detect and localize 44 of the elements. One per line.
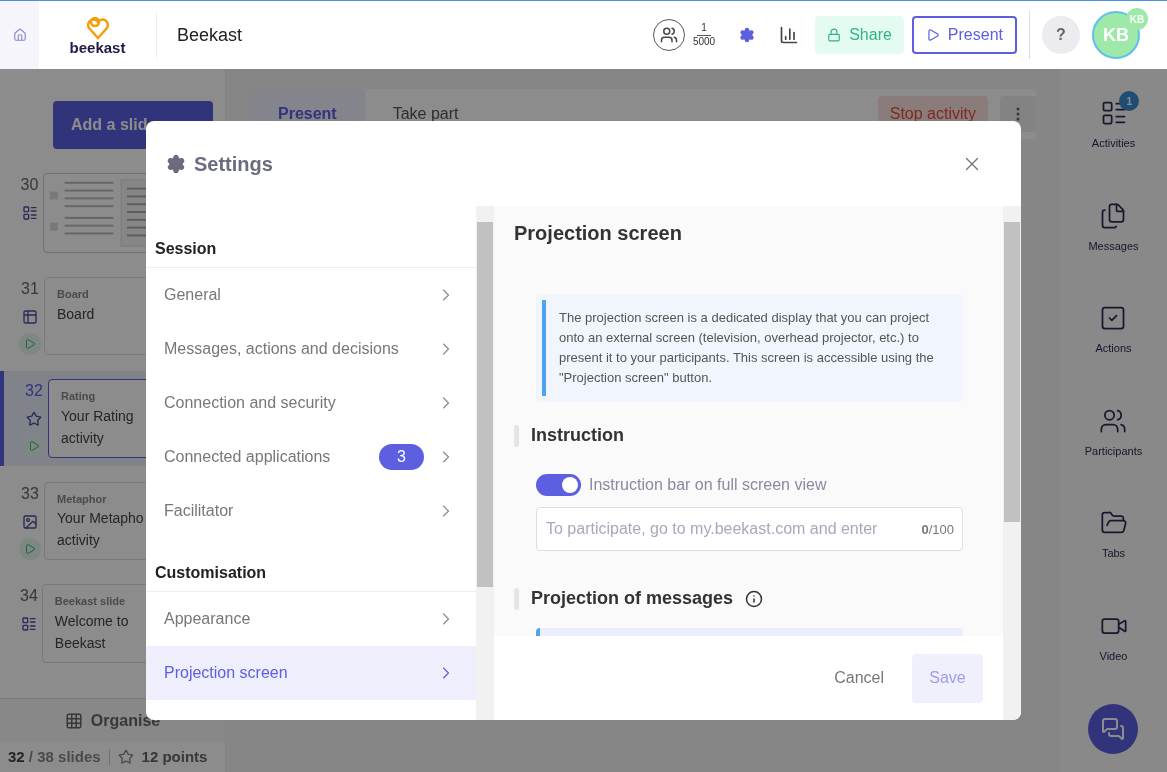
info-text: The projection screen is a dedicated display that you can project onto an external screen (television, overhead projector, etc.) to present it to your participants. This screen is accessible using the "Projection screen" button. bbox=[542, 300, 957, 396]
slide-number: 34 bbox=[20, 586, 38, 606]
nav-item[interactable]: General bbox=[146, 268, 476, 322]
slide-title: Welcome to Beekast bbox=[54, 611, 130, 653]
slide-number: 33 bbox=[21, 483, 39, 504]
slide-number: 30 bbox=[20, 175, 39, 195]
slide-type: Rating bbox=[61, 389, 96, 404]
rail-badge: 1 bbox=[1119, 91, 1140, 111]
slide-number: 32 bbox=[25, 381, 43, 401]
share-button[interactable]: Share bbox=[815, 16, 904, 54]
rail-label[interactable]: Tabs bbox=[1101, 545, 1126, 562]
cancel-button[interactable]: Cancel bbox=[834, 666, 884, 690]
toggle-label: Instruction bar on full screen view bbox=[589, 475, 827, 495]
slide-title: Your Rating activity bbox=[61, 406, 135, 448]
slide-title: Board bbox=[57, 304, 96, 324]
participant-limit: 5000 bbox=[692, 35, 716, 48]
rail-label[interactable]: Messages bbox=[1088, 237, 1139, 254]
logo-text: beekast bbox=[69, 39, 126, 55]
slide-type: Board bbox=[57, 287, 89, 302]
nav-item[interactable]: Appearance bbox=[146, 592, 476, 646]
help-button[interactable]: ? bbox=[1042, 16, 1080, 54]
subsection-title: Instruction bbox=[531, 424, 624, 447]
slide-counter: 32 / 38 slides bbox=[8, 746, 101, 767]
session-title: Beekast bbox=[177, 23, 243, 47]
avatar-badge: KB bbox=[1126, 8, 1148, 30]
count-badge: 3 bbox=[379, 444, 424, 470]
rail-label[interactable]: Participants bbox=[1084, 442, 1143, 459]
nav-item[interactable]: Facilitator bbox=[146, 484, 476, 538]
character-counter: 0/100 bbox=[921, 521, 954, 539]
slide-title: Your Metapho activity bbox=[57, 509, 145, 550]
points-label: 12 points bbox=[141, 746, 208, 767]
dialog-title: Settings bbox=[194, 151, 273, 177]
rail-label[interactable]: Video bbox=[1099, 647, 1128, 664]
participant-count: 1 bbox=[697, 22, 711, 36]
subsection-title: Projection of messages bbox=[531, 587, 734, 610]
rail-label[interactable]: Activities bbox=[1091, 135, 1136, 152]
section-title: Projection screen bbox=[514, 221, 683, 246]
slide-type: Beekast slide bbox=[54, 594, 126, 609]
rail-label[interactable]: Actions bbox=[1095, 340, 1132, 357]
tab[interactable]: Take part bbox=[364, 89, 487, 139]
nav-item[interactable]: Projection screen bbox=[146, 646, 476, 700]
present-button[interactable]: Present bbox=[911, 16, 1017, 54]
slide-number: 31 bbox=[21, 279, 39, 299]
slide-type: Metaphor bbox=[57, 491, 107, 507]
